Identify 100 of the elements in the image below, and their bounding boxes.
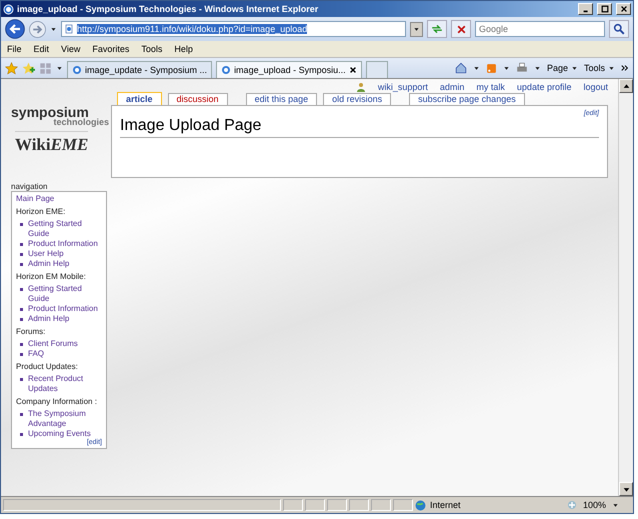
nav-link[interactable]: User Help xyxy=(28,249,64,259)
chevron-icon[interactable] xyxy=(621,64,629,72)
maximize-button[interactable] xyxy=(597,3,612,15)
down-arrow-icon[interactable] xyxy=(622,486,630,492)
menu-item[interactable]: Edit xyxy=(34,44,50,54)
stop-button[interactable] xyxy=(451,20,471,38)
bullet-icon xyxy=(20,413,23,416)
page-title: Image Upload Page xyxy=(120,117,599,138)
nav-section-heading: Horizon EME: xyxy=(16,207,66,217)
search-field[interactable]: Google xyxy=(475,21,605,37)
caret-icon[interactable] xyxy=(50,26,57,32)
nav-link[interactable]: The Symposium Advantage xyxy=(28,409,102,429)
toolbar-menu[interactable]: Page xyxy=(546,63,578,73)
search-button[interactable] xyxy=(609,20,629,38)
maximize-icon[interactable] xyxy=(600,5,608,13)
bullet-icon xyxy=(20,433,23,436)
close-icon[interactable] xyxy=(348,66,357,74)
nav-section-heading: Forums: xyxy=(16,327,46,337)
browser-tab[interactable]: image_upload - Symposiu... xyxy=(216,61,362,78)
window-title: image_upload - Symposium Technologies - Windows Internet Explorer xyxy=(17,4,320,14)
nav-link[interactable]: Recent Product Updates xyxy=(28,374,102,394)
logo-subtext: technologies xyxy=(53,118,109,127)
zone-label: Internet xyxy=(430,500,461,510)
scrollbar[interactable] xyxy=(618,79,633,496)
bullet-icon xyxy=(20,253,23,256)
nav-link[interactable]: FAQ xyxy=(28,349,44,359)
caret-icon[interactable] xyxy=(502,64,510,72)
nav-link[interactable]: Product Information xyxy=(28,239,98,249)
wiki-wordmark: WikiEME xyxy=(15,131,88,155)
nav-section-heading: Product Updates: xyxy=(16,362,79,372)
close-button[interactable] xyxy=(616,3,631,15)
refresh-button[interactable] xyxy=(427,20,447,38)
address-field[interactable]: http://symposium911.info/wiki/doku.php?id=image_upload xyxy=(61,21,406,37)
scroll-up-button[interactable] xyxy=(619,79,633,93)
user-link[interactable]: my talk xyxy=(476,82,505,92)
page-tab[interactable]: old revisions xyxy=(323,93,392,105)
scroll-down-button[interactable] xyxy=(619,482,633,496)
close-icon[interactable] xyxy=(620,5,628,13)
home-icon[interactable] xyxy=(454,62,467,74)
menu-item[interactable]: Favorites xyxy=(92,44,130,54)
nav-section-heading: Horizon EM Mobile: xyxy=(16,272,87,282)
bullet-icon xyxy=(20,378,23,381)
bullet-icon xyxy=(20,263,23,266)
menu-item[interactable]: Tools xyxy=(141,44,162,54)
refresh-icon[interactable] xyxy=(431,23,443,35)
url-text: http://symposium911.info/wiki/doku.php?id=image_upload xyxy=(77,24,308,34)
page-tab[interactable]: discussion xyxy=(168,93,228,105)
status-pane xyxy=(283,499,303,511)
dropdown-button[interactable] xyxy=(410,22,423,36)
page-tab[interactable]: article xyxy=(117,92,162,105)
caret-icon[interactable] xyxy=(534,64,541,72)
caret-icon[interactable] xyxy=(472,64,480,72)
bullet-icon xyxy=(20,223,23,226)
caret-icon[interactable] xyxy=(608,64,615,72)
page-tab[interactable]: subscribe page changes xyxy=(409,93,525,105)
add-favorite-icon[interactable] xyxy=(22,62,35,74)
logo-text: symposium xyxy=(11,106,89,118)
caret-icon[interactable] xyxy=(413,26,420,32)
nav-section-heading: Company Information : xyxy=(16,397,98,407)
menu-item[interactable]: File xyxy=(7,44,22,54)
bullet-icon xyxy=(20,288,23,291)
menu-item[interactable]: View xyxy=(61,44,80,54)
bullet-icon xyxy=(20,243,23,246)
user-link[interactable]: update profile xyxy=(516,82,572,92)
nav-link[interactable]: Main Page xyxy=(16,194,102,204)
caret-icon[interactable] xyxy=(570,64,578,72)
bullet-icon xyxy=(20,308,23,311)
zoom-icon xyxy=(567,500,577,510)
back-icon[interactable] xyxy=(5,19,25,39)
user-link[interactable]: wiki_support xyxy=(378,82,428,92)
nav-link[interactable]: Admin Help xyxy=(28,259,70,269)
status-pane xyxy=(349,499,369,511)
menu-item[interactable]: Help xyxy=(174,44,193,54)
caret-icon[interactable] xyxy=(56,64,63,72)
search-icon[interactable] xyxy=(613,23,625,35)
bullet-icon xyxy=(20,353,23,356)
nav-link[interactable]: Getting Started Guide xyxy=(28,284,102,304)
zoom-control[interactable]: 100% xyxy=(567,500,631,510)
up-arrow-icon[interactable] xyxy=(622,82,630,90)
toolbar-menu[interactable]: Tools xyxy=(584,63,615,73)
star-icon[interactable] xyxy=(5,62,18,74)
nav-link[interactable]: Admin Help xyxy=(28,314,70,324)
browser-tab[interactable]: image_update - Symposium ... xyxy=(67,61,212,78)
nav-link[interactable]: Product Information xyxy=(28,304,98,314)
printer-icon[interactable] xyxy=(516,62,528,74)
status-pane xyxy=(371,499,391,511)
nav-link[interactable]: Client Forums xyxy=(28,339,78,349)
status-pane xyxy=(393,499,413,511)
user-link[interactable]: logout xyxy=(583,82,608,92)
nav-link[interactable]: Getting Started Guide xyxy=(28,219,102,239)
stop-icon[interactable] xyxy=(456,24,466,34)
navigation-heading: navigation xyxy=(11,182,48,191)
minimize-button[interactable] xyxy=(578,3,593,15)
bullet-icon xyxy=(20,318,23,321)
status-pane xyxy=(305,499,325,511)
nav-link[interactable]: Upcoming Events xyxy=(28,429,91,439)
page-tab[interactable]: edit this page xyxy=(246,93,318,105)
user-link[interactable]: admin xyxy=(440,82,464,92)
user-icon xyxy=(356,82,366,92)
caret-icon[interactable] xyxy=(612,502,620,508)
